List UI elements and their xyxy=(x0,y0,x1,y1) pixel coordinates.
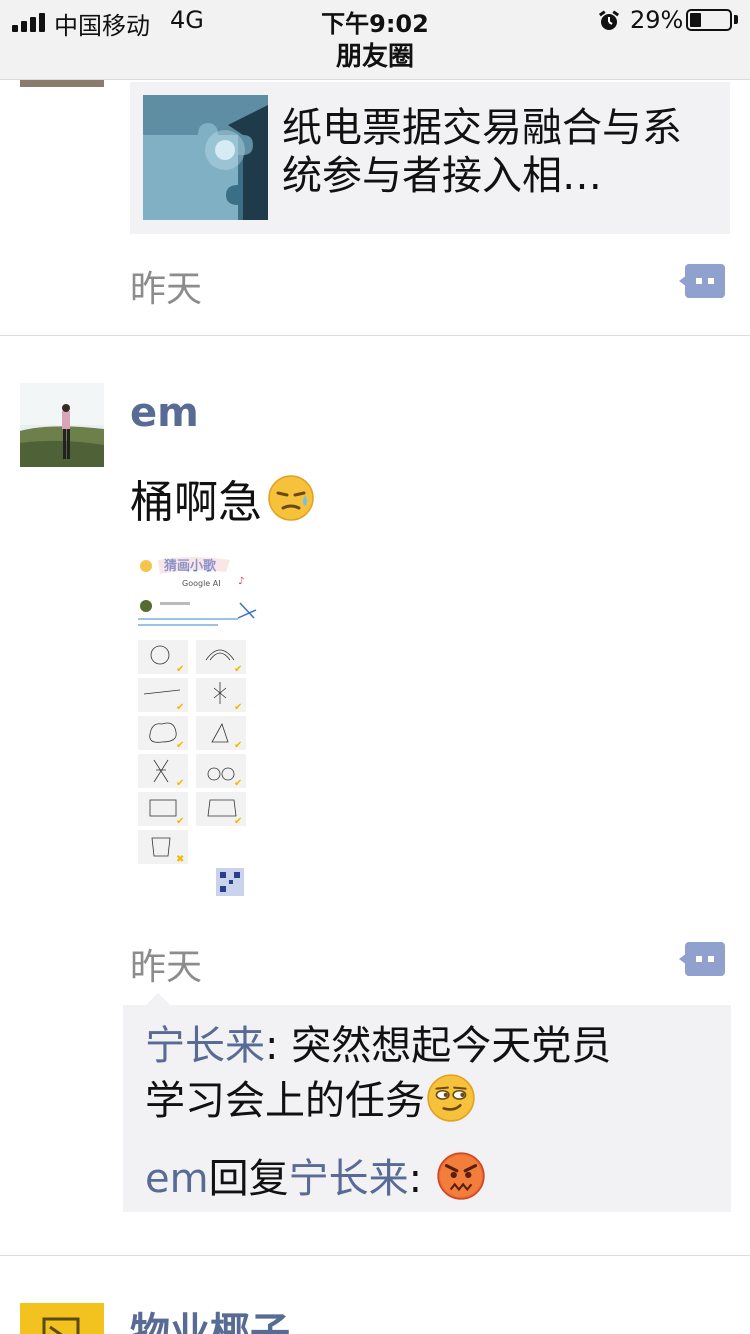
comment-item[interactable]: em回复宁长来: xyxy=(145,1150,487,1205)
svg-text:✔: ✔ xyxy=(176,816,184,827)
svg-text:✔: ✔ xyxy=(176,778,184,789)
reply-target[interactable]: 宁长来 xyxy=(289,1156,409,1202)
battery-icon xyxy=(686,9,732,31)
battery-percent: 29% xyxy=(630,6,684,34)
comment-menu-icon[interactable] xyxy=(679,942,725,976)
svg-text:✔: ✔ xyxy=(176,664,184,675)
comment-text: 突然想起今天党员 xyxy=(291,1023,612,1069)
post-image[interactable]: 猜画小歌 Google AI ♪ xyxy=(130,548,260,908)
svg-text:✔: ✔ xyxy=(176,740,184,751)
reply-word: 回复 xyxy=(208,1156,289,1202)
link-title: 纸电票据交易融合与系统参与者接入相… xyxy=(282,105,682,199)
post-time: 昨天 xyxy=(130,269,203,310)
post-divider xyxy=(0,1255,750,1256)
svg-text:✔: ✔ xyxy=(234,740,242,751)
page-title: 朋友圈 xyxy=(335,42,414,72)
alarm-icon xyxy=(598,10,620,30)
link-thumbnail xyxy=(143,95,268,220)
post-divider xyxy=(0,335,750,336)
avatar[interactable] xyxy=(20,1303,104,1334)
shared-link-card[interactable]: 纸电票据交易融合与系统参与者接入相… xyxy=(130,82,730,234)
svg-text:✔: ✔ xyxy=(176,702,184,713)
comments-section: 宁长来: 突然想起今天党员 学习会上的任务 em回复宁长来: xyxy=(123,1005,731,1212)
svg-text:✔: ✔ xyxy=(234,778,242,789)
post-text-content: 桶啊急 xyxy=(130,477,262,528)
image-sub-text: Google AI xyxy=(182,579,221,588)
angry-emoji-icon xyxy=(437,1152,485,1200)
svg-text:✔: ✔ xyxy=(234,664,242,675)
svg-text:✔: ✔ xyxy=(234,816,242,827)
author-name[interactable]: 物业椰子 xyxy=(130,1300,290,1334)
post-time: 昨天 xyxy=(130,947,203,988)
comment-separator: : xyxy=(408,1156,435,1202)
comment-item[interactable]: 宁长来: 突然想起今天党员 学习会上的任务 xyxy=(145,1020,611,1127)
svg-text:✔: ✔ xyxy=(234,702,242,713)
comment-author[interactable]: em xyxy=(145,1156,209,1202)
avatar[interactable] xyxy=(20,383,104,467)
smirk-emoji-icon xyxy=(427,1074,475,1122)
comment-menu-icon[interactable] xyxy=(679,264,725,298)
author-name[interactable]: em xyxy=(130,390,199,436)
sweat-emoji-icon xyxy=(268,475,314,521)
svg-text:✖: ✖ xyxy=(176,854,184,865)
comment-author[interactable]: 宁长来 xyxy=(145,1023,265,1069)
comment-separator: : xyxy=(265,1023,292,1069)
svg-text:♪: ♪ xyxy=(238,576,244,587)
comments-arrow xyxy=(146,993,170,1005)
post-text: 桶啊急 xyxy=(130,466,316,530)
top-bar: 中国移动 4G 下午9:02 朋友圈 29% xyxy=(0,0,750,80)
comment-text-line2: 学习会上的任务 xyxy=(145,1078,425,1124)
battery-tip xyxy=(734,15,738,24)
